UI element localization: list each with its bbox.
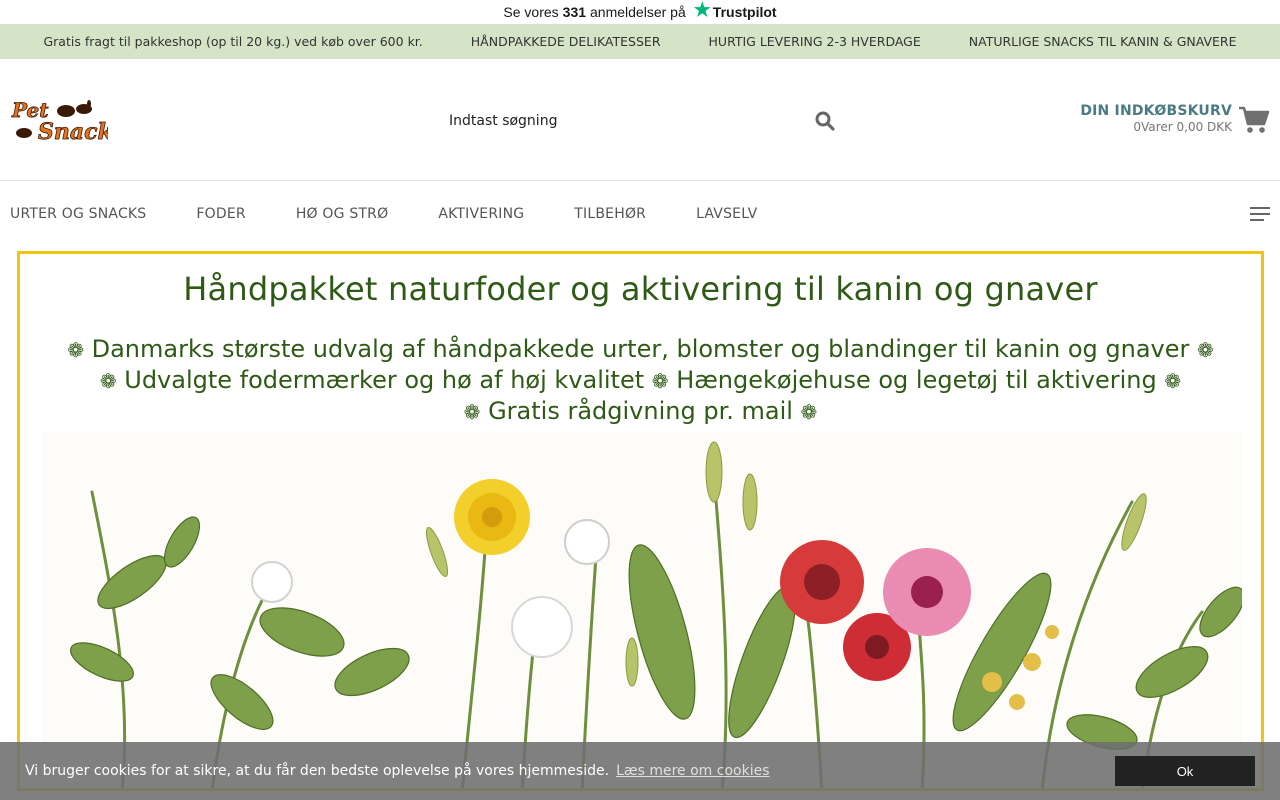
search-icon[interactable] — [815, 111, 835, 131]
herbs-and-flowers-illustration — [42, 432, 1242, 788]
nav-item-aktivering[interactable]: AKTIVERING — [438, 206, 524, 222]
cookie-ok-button[interactable]: Ok — [1115, 756, 1255, 786]
hero-line-2b: Hængekøjehuse og legetøj til aktivering — [676, 366, 1157, 394]
cookie-banner: Vi bruger cookies for at sikre, at du få… — [0, 742, 1280, 800]
hero-usp-text: ❁ Danmarks største udvalg af håndpakkede… — [20, 334, 1261, 427]
cookie-learn-more-link[interactable]: Læs mere om cookies — [616, 763, 769, 779]
usp-bar: Gratis fragt til pakkeshop (op til 20 kg… — [0, 24, 1280, 59]
usp-item: NATURLIGE SNACKS TIL KANIN & GNAVERE — [968, 34, 1237, 49]
nav-item-lavselv[interactable]: LAVSELV — [696, 206, 757, 222]
logo-word-snack: Snack — [38, 119, 108, 143]
shopping-cart-icon[interactable] — [1238, 105, 1270, 135]
trustpilot-suffix: anmeldelser på — [590, 4, 686, 20]
nav-item-foder[interactable]: FODER — [196, 206, 245, 222]
flower-icon: ❁ — [99, 369, 117, 393]
cart-widget[interactable]: DIN INDKØBSKURV 0Varer 0,00 DKK — [1080, 103, 1270, 135]
flower-icon: ❁ — [1197, 338, 1214, 362]
hamburger-menu-icon[interactable] — [1250, 207, 1270, 221]
cart-title[interactable]: DIN INDKØBSKURV — [1080, 103, 1232, 119]
hero-banner[interactable]: Håndpakket naturfoder og aktivering til … — [17, 251, 1264, 791]
search-input[interactable] — [437, 113, 797, 129]
hero-line-1: Danmarks største udvalg af håndpakkede u… — [91, 335, 1190, 363]
nav-item-ho-og-stro[interactable]: HØ OG STRØ — [296, 206, 389, 222]
hero-title: Håndpakket naturfoder og aktivering til … — [183, 270, 1098, 308]
logo-hamster-icon — [16, 127, 32, 138]
logo-guinea-pig-icon — [57, 104, 75, 117]
nav-item-urter-og-snacks[interactable]: URTER OG SNACKS — [10, 206, 146, 222]
trustpilot-star-icon: ★ — [693, 0, 711, 21]
flower-icon: ❁ — [1164, 369, 1182, 393]
trustpilot-prefix: Se vores — [503, 4, 559, 20]
trustpilot-bar[interactable]: Se vores 331 anmeldelser på ★ Trustpilot — [0, 0, 1280, 24]
usp-item: HURTIG LEVERING 2-3 HVERDAGE — [708, 34, 921, 49]
flower-icon: ❁ — [67, 338, 84, 362]
hero-line-3: Gratis rådgivning pr. mail — [488, 397, 793, 425]
main-nav: URTER OG SNACKS FODER HØ OG STRØ AKTIVER… — [0, 181, 1280, 247]
flower-icon: ❁ — [651, 369, 669, 393]
cookie-text: Vi bruger cookies for at sikre, at du få… — [25, 763, 610, 779]
flower-icon: ❁ — [800, 400, 818, 424]
cornflower-pink — [883, 548, 971, 636]
nav-item-tilbehor[interactable]: TILBEHØR — [574, 206, 646, 222]
site-header: Pet Snack DIN INDKØBSKURV 0Varer 0,00 DK… — [0, 59, 1280, 181]
usp-item: HÅNDPAKKEDE DELIKATESSER — [470, 34, 661, 49]
trustpilot-logo[interactable]: ★ Trustpilot — [693, 0, 777, 22]
cart-summary[interactable]: 0Varer 0,00 DKK — [1080, 120, 1232, 134]
flower-icon: ❁ — [463, 400, 481, 424]
search-box[interactable] — [437, 101, 847, 141]
petsnack-logo[interactable]: Pet Snack — [10, 97, 114, 145]
trustpilot-count: 331 — [562, 4, 587, 20]
usp-item: Gratis fragt til pakkeshop (op til 20 kg… — [43, 34, 423, 49]
hero-line-2a: Udvalgte fodermærker og hø af høj kvalit… — [124, 366, 645, 394]
trustpilot-brand: Trustpilot — [712, 4, 777, 20]
dandelion-flower — [454, 479, 530, 555]
